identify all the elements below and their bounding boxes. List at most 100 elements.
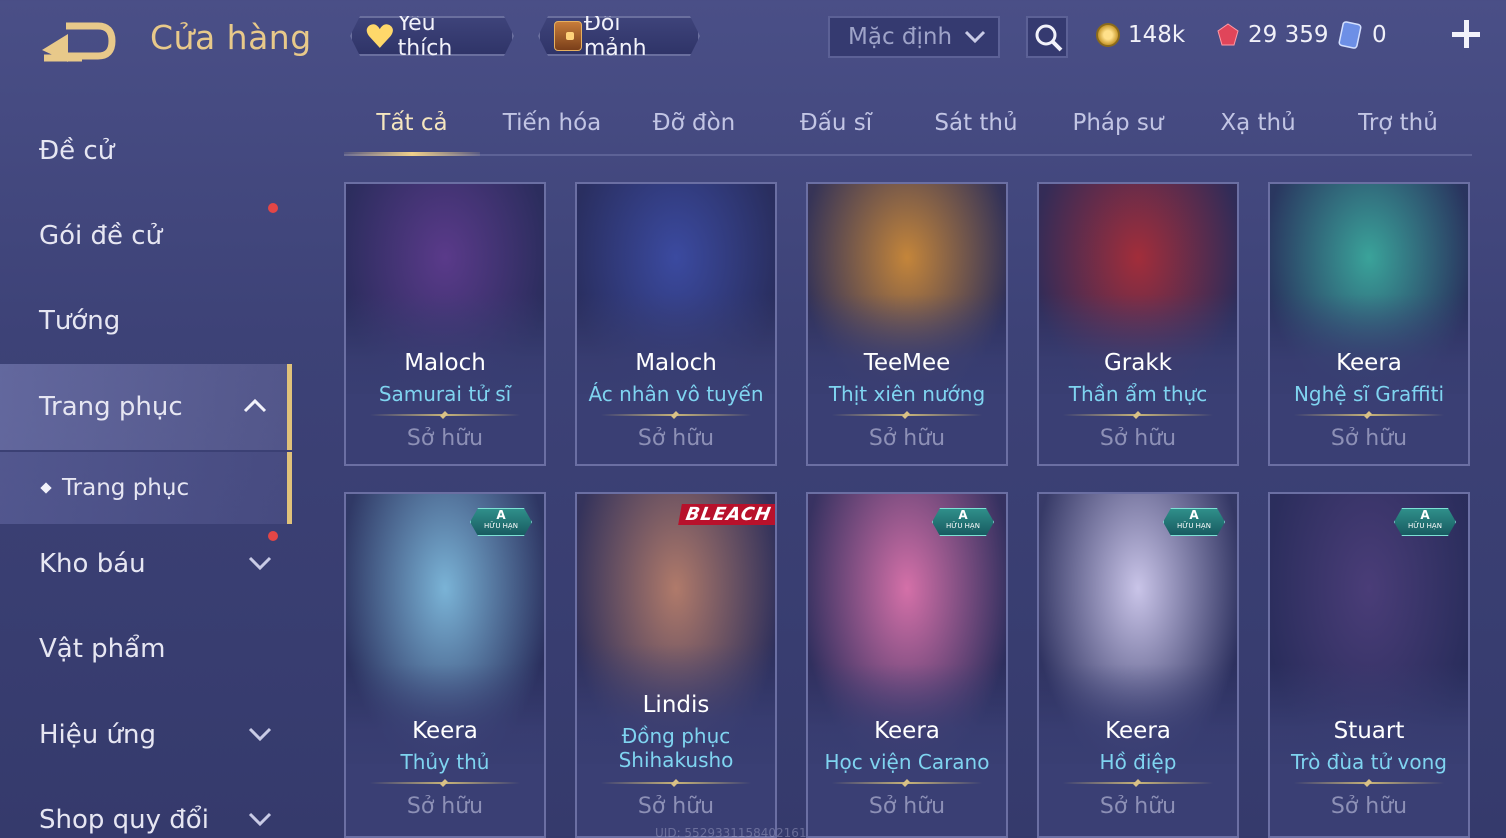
sidebar-item-bundles[interactable]: Gói đề cử xyxy=(0,193,292,279)
sidebar-item-heroes[interactable]: Tướng xyxy=(0,278,292,364)
tab-label: Trợ thủ xyxy=(1358,110,1438,136)
limited-badge: A HỮU HẠN xyxy=(1163,508,1225,536)
limited-badge: A HỮU HẠN xyxy=(1394,508,1456,536)
skin-card[interactable]: A HỮU HẠN Keera Học viện Carano Sở hữu xyxy=(806,492,1008,838)
notification-dot xyxy=(268,531,278,541)
ownership-status: Sở hữu xyxy=(406,426,484,451)
hero-name: Keera xyxy=(1336,350,1402,376)
ownership-status: Sở hữu xyxy=(1330,426,1408,451)
tab-fighter[interactable]: Đấu sĩ xyxy=(768,110,904,154)
bleach-collab-logo: BLEACH xyxy=(678,504,775,525)
skin-grid: Maloch Samurai tử sĩ Sở hữu Maloch Ác nh… xyxy=(344,182,1472,838)
hero-name: Keera xyxy=(874,718,940,744)
sidebar-item-skins[interactable]: Trang phục xyxy=(0,364,292,450)
badge-grade: A xyxy=(1189,508,1199,522)
badge-limited-label: HỮU HẠN xyxy=(1177,522,1211,530)
tab-label: Đấu sĩ xyxy=(799,110,873,136)
exchange-fragments-button[interactable]: Đổi mảnh xyxy=(538,16,700,56)
sidebar-item-label: Gói đề cử xyxy=(39,221,163,251)
bullet-icon xyxy=(40,482,52,494)
skin-name: Đồng phục Shihakusho xyxy=(618,724,734,772)
sidebar: Đề cử Gói đề cử Tướng Trang phục Trang p… xyxy=(0,100,292,838)
chest-icon xyxy=(554,21,582,51)
card-divider xyxy=(370,782,520,784)
skin-name: Trò đùa tử vong xyxy=(1291,750,1447,774)
hero-name: TeeMee xyxy=(863,350,951,376)
chevron-down-icon xyxy=(964,30,986,44)
sidebar-item-treasure[interactable]: Kho báu xyxy=(0,521,292,607)
sort-dropdown[interactable]: Mặc định xyxy=(828,16,1000,58)
card-divider xyxy=(601,782,751,784)
ownership-status: Sở hữu xyxy=(868,794,946,819)
ownership-status: Sở hữu xyxy=(1330,794,1408,819)
sort-selected-value: Mặc định xyxy=(848,24,953,50)
skin-name: Học viện Carano xyxy=(824,750,990,774)
tab-support[interactable]: Trợ thủ xyxy=(1330,110,1466,154)
tab-all[interactable]: Tất cả xyxy=(344,110,480,154)
tab-label: Tất cả xyxy=(376,110,448,136)
favorites-label: Yêu thích xyxy=(397,11,453,61)
sidebar-item-label: Kho báu xyxy=(39,549,146,579)
sidebar-item-label: Hiệu ứng xyxy=(39,720,156,750)
sidebar-item-items[interactable]: Vật phẩm xyxy=(0,606,292,692)
tab-evolution[interactable]: Tiến hóa xyxy=(484,110,620,154)
sidebar-item-exchange-shop[interactable]: Shop quy đổi xyxy=(0,777,292,838)
gem-amount: 29 359 xyxy=(1248,22,1329,48)
badge-limited-label: HỮU HẠN xyxy=(1408,522,1442,530)
back-arrow-icon[interactable] xyxy=(38,20,118,64)
hero-name: Grakk xyxy=(1103,350,1172,376)
favorites-button[interactable]: Yêu thích xyxy=(350,16,514,56)
card-divider xyxy=(601,414,751,416)
badge-grade: A xyxy=(496,508,506,522)
gold-balance: 148k xyxy=(1096,18,1185,52)
skin-card[interactable]: Keera Nghệ sĩ Graffiti Sở hữu xyxy=(1268,182,1470,466)
tab-tank[interactable]: Đỡ đòn xyxy=(626,110,762,154)
active-tab-indicator xyxy=(344,152,480,156)
skin-card[interactable]: Maloch Ác nhân vô tuyến Sở hữu xyxy=(575,182,777,466)
skin-name: Thịt xiên nướng xyxy=(828,382,986,406)
ownership-status: Sở hữu xyxy=(637,426,715,451)
sidebar-subitem-skins[interactable]: Trang phục xyxy=(0,452,292,524)
skin-card[interactable]: Maloch Samurai tử sĩ Sở hữu xyxy=(344,182,546,466)
notification-dot xyxy=(268,203,278,213)
voucher-amount: 0 xyxy=(1372,22,1387,48)
badge-grade: A xyxy=(1420,508,1430,522)
ownership-status: Sở hữu xyxy=(406,794,484,819)
badge-limited-label: HỮU HẠN xyxy=(946,522,980,530)
skin-card[interactable]: A HỮU HẠN Keera Thủy thủ Sở hữu xyxy=(344,492,546,838)
sidebar-item-label: Vật phẩm xyxy=(39,634,166,664)
tab-mage[interactable]: Pháp sư xyxy=(1050,110,1186,154)
sidebar-item-effects[interactable]: Hiệu ứng xyxy=(0,692,292,778)
tab-marksman[interactable]: Xạ thủ xyxy=(1190,110,1326,154)
card-divider xyxy=(1294,414,1444,416)
limited-badge: A HỮU HẠN xyxy=(470,508,532,536)
search-button[interactable] xyxy=(1026,16,1068,58)
skin-card[interactable]: BLEACH Lindis Đồng phục Shihakusho Sở hữ… xyxy=(575,492,777,838)
tab-label: Pháp sư xyxy=(1072,110,1164,136)
tab-label: Sát thủ xyxy=(934,110,1018,136)
voucher-card-icon xyxy=(1338,21,1362,49)
add-currency-button[interactable] xyxy=(1450,18,1482,50)
user-id-watermark: UID: 5529331158402161 xyxy=(655,826,807,838)
heart-icon xyxy=(366,23,394,49)
gold-amount: 148k xyxy=(1128,22,1186,48)
ownership-status: Sở hữu xyxy=(868,426,946,451)
skin-name: Thần ẩm thực xyxy=(1068,382,1208,406)
category-tabs: Tất cả Tiến hóa Đỡ đòn Đấu sĩ Sát thủ Ph… xyxy=(344,100,1472,156)
sidebar-item-recommended[interactable]: Đề cử xyxy=(0,108,292,194)
chevron-up-icon xyxy=(243,398,267,413)
ownership-status: Sở hữu xyxy=(637,794,715,819)
card-divider xyxy=(1294,782,1444,784)
hero-name: Keera xyxy=(412,718,478,744)
gem-balance: 29 359 xyxy=(1216,18,1328,52)
skin-card[interactable]: A HỮU HẠN Stuart Trò đùa tử vong Sở hữu xyxy=(1268,492,1470,838)
skin-card[interactable]: Grakk Thần ẩm thực Sở hữu xyxy=(1037,182,1239,466)
chevron-down-icon xyxy=(248,812,272,827)
skin-card[interactable]: TeeMee Thịt xiên nướng Sở hữu xyxy=(806,182,1008,466)
gold-coin-icon xyxy=(1096,23,1120,47)
search-icon xyxy=(1035,24,1063,52)
skin-card[interactable]: A HỮU HẠN Keera Hồ điệp Sở hữu xyxy=(1037,492,1239,838)
tab-assassin[interactable]: Sát thủ xyxy=(908,110,1044,154)
chevron-down-icon xyxy=(248,556,272,571)
badge-limited-label: HỮU HẠN xyxy=(484,522,518,530)
